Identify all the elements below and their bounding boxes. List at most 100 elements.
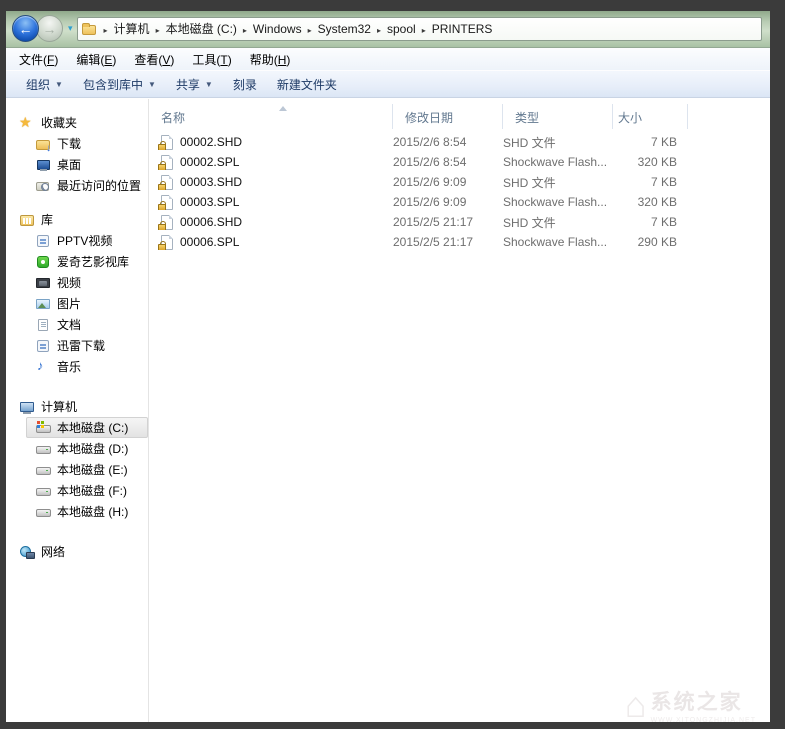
file-name-cell[interactable]: 00003.SHD xyxy=(149,175,393,190)
sidebar-item[interactable]: 音乐 xyxy=(26,356,148,377)
breadcrumb-segment[interactable]: ▸本地磁盘 (C:) xyxy=(150,20,237,37)
sidebar-item[interactable]: 桌面 xyxy=(26,154,148,175)
breadcrumb-label[interactable]: 计算机 xyxy=(114,22,150,36)
toolbar-item[interactable]: 组织 ▼ xyxy=(16,72,73,97)
sidebar-item-label: 桌面 xyxy=(57,156,81,173)
file-name-cell[interactable]: 00002.SHD xyxy=(149,135,393,150)
recent-icon xyxy=(35,178,51,194)
file-type: Shockwave Flash... xyxy=(503,235,613,249)
file-name-cell[interactable]: 00003.SPL xyxy=(149,195,393,210)
file-row[interactable]: 00003.SHD 2015/2/6 9:09 SHD 文件 7 KB xyxy=(149,172,770,192)
address-bar[interactable]: ▸计算机 ▸本地磁盘 (C:) ▸Windows ▸System32 ▸spoo… xyxy=(77,17,762,41)
toolbar-item-label: 组织 xyxy=(26,76,50,93)
sidebar-section-header[interactable]: 网络 xyxy=(6,541,148,562)
sidebar-item[interactable]: 本地磁盘 (E:) xyxy=(26,459,148,480)
column-header[interactable]: 修改日期 xyxy=(393,104,503,129)
menu-item[interactable]: 查看(V) xyxy=(125,49,183,70)
file-type: SHD 文件 xyxy=(503,214,613,231)
breadcrumb-label[interactable]: spool xyxy=(387,22,416,36)
sidebar-section: 计算机 本地磁盘 (C:) 本地磁盘 (D:) 本地磁盘 (E:) 本地磁盘 (… xyxy=(6,396,148,522)
chevron-down-icon: ▼ xyxy=(55,80,63,89)
sidebar-item[interactable]: 本地磁盘 (H:) xyxy=(26,501,148,522)
sidebar-section: 网络 xyxy=(6,541,148,562)
sidebar-item[interactable]: PPTV视频 xyxy=(26,230,148,251)
sidebar-item-label: PPTV视频 xyxy=(57,232,112,249)
sidebar-item[interactable]: 下载 xyxy=(26,133,148,154)
sidebar-item[interactable]: 文档 xyxy=(26,314,148,335)
column-header[interactable]: 大小 xyxy=(613,104,688,129)
sidebar-item[interactable]: 本地磁盘 (D:) xyxy=(26,438,148,459)
file-row[interactable]: 00002.SHD 2015/2/6 8:54 SHD 文件 7 KB xyxy=(149,132,770,152)
breadcrumb-arrow-icon: ▸ xyxy=(98,26,114,35)
sidebar-section-header[interactable]: 计算机 xyxy=(6,396,148,417)
toolbar-item[interactable]: 共享 ▼ xyxy=(166,72,223,97)
sidebar-item[interactable]: 最近访问的位置 xyxy=(26,175,148,196)
file-size: 7 KB xyxy=(613,175,688,189)
column-header[interactable]: 名称 xyxy=(149,104,393,129)
breadcrumb-label[interactable]: 本地磁盘 (C:) xyxy=(166,22,237,36)
file-name-cell[interactable]: 00006.SPL xyxy=(149,235,393,250)
menu-item[interactable]: 编辑(E) xyxy=(67,49,125,70)
sidebar-section-label: 收藏夹 xyxy=(41,114,77,131)
sidebar-item-label: 本地磁盘 (F:) xyxy=(57,482,127,499)
navigation-pane: 收藏夹 下载 桌面 最近访问的位置 库 PPTV视频 爱奇艺影视库 视频 图片 … xyxy=(6,99,149,722)
iqiyi-icon xyxy=(35,254,51,270)
breadcrumb-arrow-icon: ▸ xyxy=(150,26,166,35)
house-logo-icon: ⌂ xyxy=(625,687,647,722)
breadcrumb-label[interactable]: Windows xyxy=(253,22,302,36)
toolbar-item[interactable]: 刻录 xyxy=(223,72,267,97)
back-arrow-icon: ← xyxy=(19,22,33,36)
sidebar-item[interactable]: 本地磁盘 (C:) xyxy=(26,417,148,438)
sidebar-item[interactable]: 图片 xyxy=(26,293,148,314)
menu-item[interactable]: 文件(F) xyxy=(10,49,67,70)
watermark-subtitle: WWW.XITONGZHIJIA.NET xyxy=(651,717,756,722)
folder-icon xyxy=(82,22,97,36)
sort-ascending-icon xyxy=(279,106,287,111)
breadcrumb-label[interactable]: System32 xyxy=(318,22,371,36)
file-name-cell[interactable]: 00006.SHD xyxy=(149,215,393,230)
computer-icon xyxy=(19,399,35,415)
breadcrumb-segment[interactable]: ▸System32 xyxy=(302,22,371,36)
sidebar-section-header[interactable]: 库 xyxy=(6,209,148,230)
recent-pages-dropdown-icon[interactable]: ▾ xyxy=(68,23,73,34)
breadcrumb-label[interactable]: PRINTERS xyxy=(432,22,493,36)
column-header[interactable]: 类型 xyxy=(503,104,613,129)
file-row[interactable]: 00003.SPL 2015/2/6 9:09 Shockwave Flash.… xyxy=(149,192,770,212)
content-area: 收藏夹 下载 桌面 最近访问的位置 库 PPTV视频 爱奇艺影视库 视频 图片 … xyxy=(6,99,770,722)
sidebar-item[interactable]: 爱奇艺影视库 xyxy=(26,251,148,272)
sidebar-section-header[interactable]: 收藏夹 xyxy=(6,112,148,133)
menu-item[interactable]: 工具(T) xyxy=(183,49,240,70)
menu-item[interactable]: 帮助(H) xyxy=(241,49,300,70)
sidebar-item[interactable]: 本地磁盘 (F:) xyxy=(26,480,148,501)
sidebar-item[interactable]: 迅雷下载 xyxy=(26,335,148,356)
file-row[interactable]: 00002.SPL 2015/2/6 8:54 Shockwave Flash.… xyxy=(149,152,770,172)
drive-icon xyxy=(35,462,51,478)
column-header-label: 名称 xyxy=(161,111,185,125)
file-size: 7 KB xyxy=(613,215,688,229)
sidebar-item-label: 爱奇艺影视库 xyxy=(57,253,129,270)
sidebar-section-label: 库 xyxy=(41,211,53,228)
breadcrumb-segment[interactable]: ▸PRINTERS xyxy=(416,22,493,36)
file-row[interactable]: 00006.SPL 2015/2/5 21:17 Shockwave Flash… xyxy=(149,232,770,252)
breadcrumb-arrow-icon: ▸ xyxy=(302,26,318,35)
breadcrumb-segment[interactable]: ▸Windows xyxy=(237,22,302,36)
lib-generic-icon xyxy=(35,338,51,354)
breadcrumb-arrow-icon: ▸ xyxy=(416,26,432,35)
sidebar-item[interactable]: 视频 xyxy=(26,272,148,293)
forward-button[interactable]: → xyxy=(36,15,63,42)
toolbar-item[interactable]: 新建文件夹 xyxy=(267,72,347,97)
file-date: 2015/2/6 8:54 xyxy=(393,155,503,169)
file-name-cell[interactable]: 00002.SPL xyxy=(149,155,393,170)
file-row[interactable]: 00006.SHD 2015/2/5 21:17 SHD 文件 7 KB xyxy=(149,212,770,232)
sidebar-item-label: 文档 xyxy=(57,316,81,333)
watermark-text: 系统之家 WWW.XITONGZHIJIA.NET xyxy=(651,686,756,722)
column-header-label: 类型 xyxy=(515,111,539,125)
file-date: 2015/2/5 21:17 xyxy=(393,215,503,229)
breadcrumb-segment[interactable]: ▸计算机 xyxy=(98,20,150,37)
back-button[interactable]: ← xyxy=(12,15,39,42)
sidebar-section-children: 下载 桌面 最近访问的位置 xyxy=(6,133,148,196)
breadcrumb-segment[interactable]: ▸spool xyxy=(371,22,416,36)
chevron-down-icon: ▼ xyxy=(148,80,156,89)
toolbar-item[interactable]: 包含到库中 ▼ xyxy=(73,72,166,97)
sidebar-item-label: 本地磁盘 (H:) xyxy=(57,503,128,520)
